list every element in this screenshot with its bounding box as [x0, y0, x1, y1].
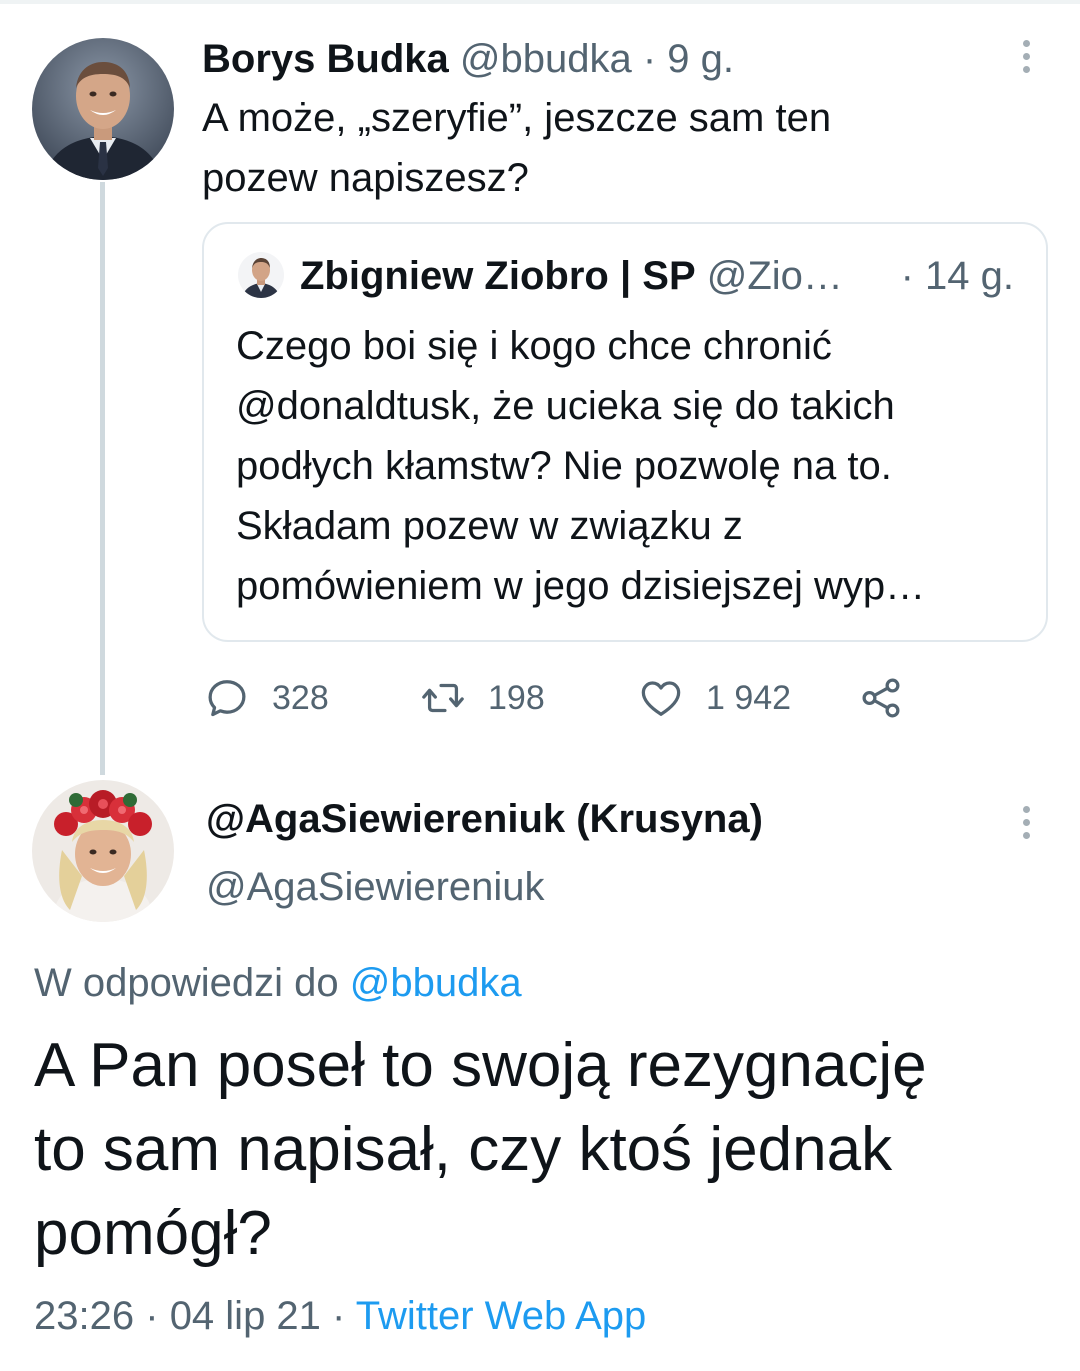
tweet1-handle[interactable]: @bbudka — [460, 37, 632, 81]
retweet-count: 198 — [488, 678, 545, 717]
tweet2-text-line: pomógł? — [34, 1199, 272, 1268]
tweet2-meta-separator: · — [145, 1294, 159, 1338]
tweet1-text: A może, „szeryfie”, jeszcze sam ten poze… — [202, 88, 1002, 208]
quoted-tweet-handle: @Zio… — [706, 254, 843, 298]
replying-to-label: W odpowiedzi do — [34, 961, 339, 1005]
tweet2-time[interactable]: 23:26 — [34, 1294, 134, 1338]
replying-to: W odpowiedzi do @bbudka — [34, 954, 522, 1012]
quoted-tweet-time: · 14 g. — [900, 254, 1014, 298]
tweet2-meta: 23:26 · 04 lip 21 · Twitter Web App — [34, 1286, 646, 1346]
tweet2-author-name[interactable]: @AgaSiewiereniuk (Krusyna) — [206, 790, 763, 848]
quoted-tweet-text-line: Składam pozew w związku z — [236, 504, 743, 548]
person-portrait-icon — [32, 38, 174, 180]
quoted-tweet-avatar — [238, 252, 284, 298]
tweet2-text: A Pan poseł to swoją rezygnację to sam n… — [34, 1024, 1054, 1276]
quoted-tweet-text-line: Czego boi się i kogo chce chronić — [236, 324, 832, 368]
person-portrait-flower-wreath-icon — [32, 780, 174, 922]
tweet2-date[interactable]: 04 lip 21 — [170, 1294, 321, 1338]
tweet1-header: Borys Budka @bbudka · 9 g. — [202, 30, 734, 88]
tweet2-text-line: A Pan poseł to swoją rezygnację — [34, 1031, 927, 1100]
tweet2-meta-separator: · — [332, 1294, 346, 1338]
tweet1-text-line: A może, „szeryfie”, jeszcze sam ten — [202, 96, 832, 140]
share-icon — [862, 678, 900, 718]
quoted-tweet-text-line: pomówieniem w jego dzisiejszej wyp… — [236, 564, 926, 608]
avatar-borys-budka[interactable] — [32, 38, 174, 180]
like-icon — [641, 681, 681, 716]
tweet1-author-name[interactable]: Borys Budka — [202, 37, 449, 81]
tweet2-more-icon[interactable] — [1016, 798, 1036, 846]
tweet1-separator: · — [642, 37, 657, 81]
quoted-tweet-header: Zbigniew Ziobro | SP @Zio… — [300, 248, 843, 304]
person-portrait-icon — [238, 252, 284, 298]
reply-count: 328 — [272, 678, 329, 717]
thread-connector-line — [100, 182, 105, 775]
avatar-aga-siewiereniuk[interactable] — [32, 780, 174, 922]
like-action[interactable]: 1 942 — [638, 670, 791, 726]
quoted-tweet-text: Czego boi się i kogo chce chronić @donal… — [236, 316, 1036, 616]
quoted-tweet-text-line: @donaldtusk, że ucieka się do takich — [236, 384, 895, 428]
reply-action[interactable]: 328 — [204, 670, 329, 726]
retweet-icon — [422, 683, 464, 713]
quoted-tweet-author-name: Zbigniew Ziobro | SP — [300, 254, 696, 298]
like-count: 1 942 — [706, 678, 792, 717]
tweet2-text-line: to sam napisał, czy ktoś jednak — [34, 1115, 893, 1184]
tweet1-time[interactable]: 9 g. — [667, 37, 734, 81]
replying-to-link[interactable]: @bbudka — [350, 961, 522, 1005]
reply-icon — [208, 680, 246, 717]
tweet1-more-icon[interactable] — [1016, 32, 1036, 80]
quoted-tweet-text-line: podłych kłamstw? Nie pozwolę na to. — [236, 444, 892, 488]
tweet1-text-line: pozew napiszesz? — [202, 156, 529, 200]
tweet2-handle[interactable]: @AgaSiewiereniuk — [206, 858, 545, 916]
tweet2-source-link[interactable]: Twitter Web App — [356, 1294, 647, 1338]
retweet-action[interactable]: 198 — [420, 670, 545, 726]
share-action[interactable] — [858, 670, 904, 726]
quoted-tweet-card[interactable]: Zbigniew Ziobro | SP @Zio… · 14 g. Czego… — [202, 222, 1048, 642]
top-divider — [0, 0, 1080, 4]
